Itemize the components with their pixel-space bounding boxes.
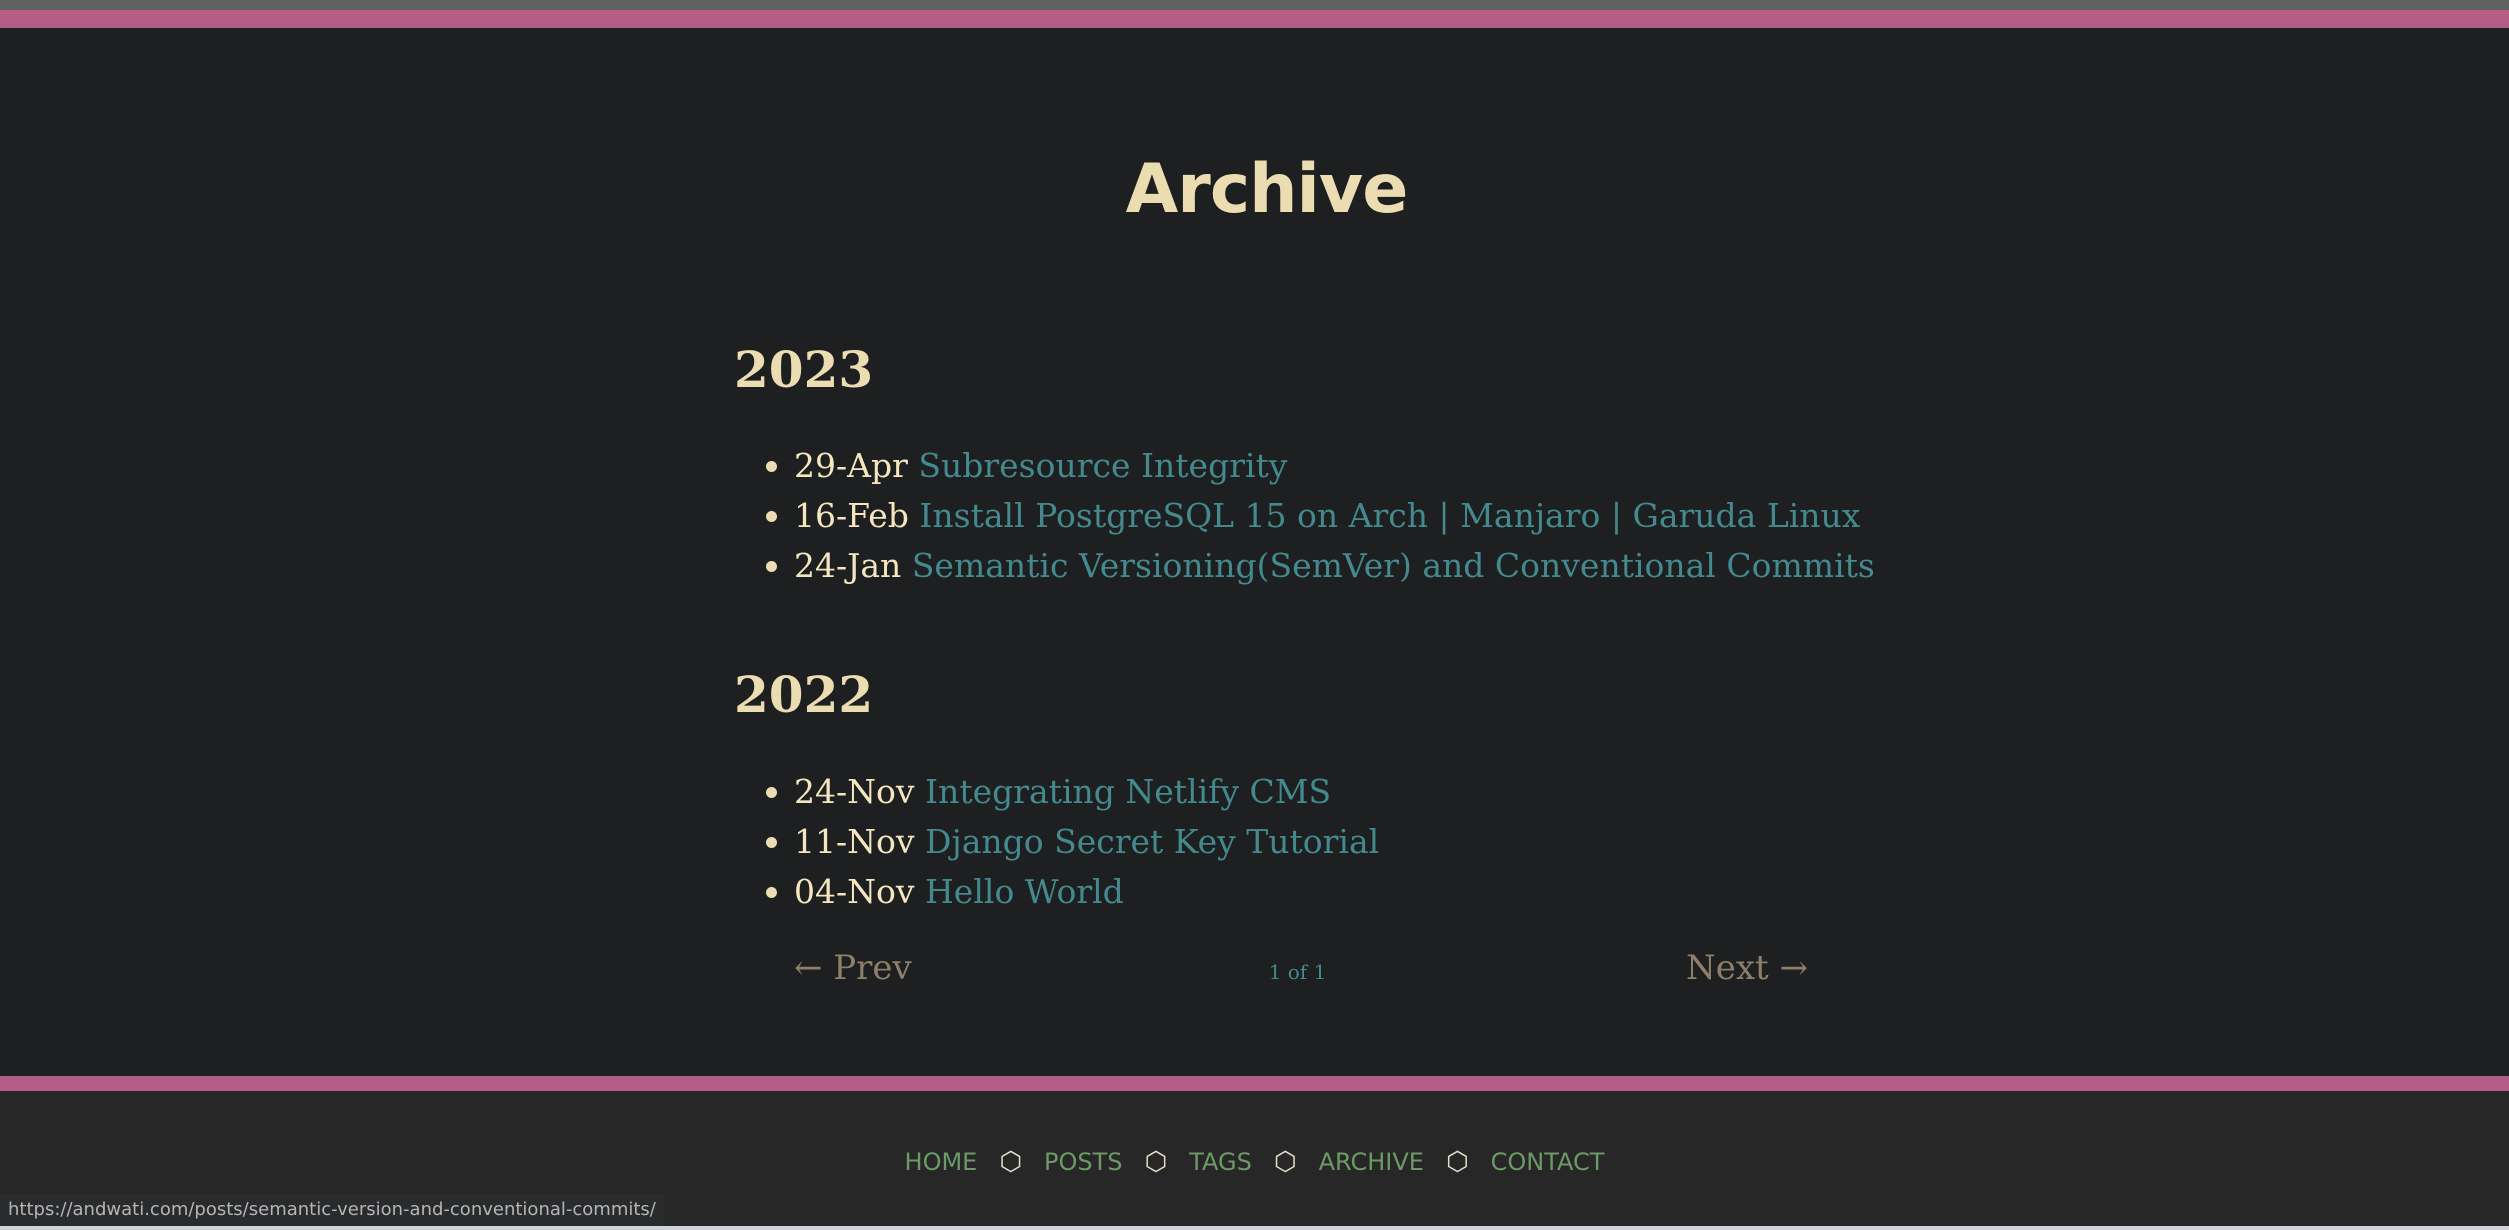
list-item: 11-Nov Django Secret Key Tutorial xyxy=(766,817,1379,867)
post-link[interactable]: Hello World xyxy=(925,872,1124,911)
hexagon-separator-icon: ⬡ xyxy=(1144,1147,1168,1177)
hexagon-separator-icon: ⬡ xyxy=(1273,1147,1297,1177)
list-item: 29-Apr Subresource Integrity xyxy=(766,441,1875,491)
footer-nav: HOME ⬡ POSTS ⬡ TAGS ⬡ ARCHIVE ⬡ CONTACT xyxy=(0,1148,2509,1176)
list-item: 16-Feb Install PostgreSQL 15 on Arch | M… xyxy=(766,491,1875,541)
post-link[interactable]: Install PostgreSQL 15 on Arch | Manjaro … xyxy=(919,496,1860,535)
footer-nav-home[interactable]: HOME xyxy=(905,1148,978,1176)
year-heading-2023: 2023 xyxy=(734,340,874,399)
post-link[interactable]: Django Secret Key Tutorial xyxy=(925,822,1379,861)
list-item: 24-Jan Semantic Versioning(SemVer) and C… xyxy=(766,541,1875,591)
post-date: 29-Apr xyxy=(794,446,908,485)
bullet xyxy=(766,511,777,522)
post-link[interactable]: Semantic Versioning(SemVer) and Conventi… xyxy=(912,546,1875,585)
page-title: Archive xyxy=(1125,150,1409,229)
list-item: 24-Nov Integrating Netlify CMS xyxy=(766,767,1379,817)
top-bar xyxy=(0,0,2509,10)
bullet xyxy=(766,837,777,848)
page-count: 1 of 1 xyxy=(1268,960,1327,984)
year-heading-2022: 2022 xyxy=(734,665,874,724)
post-date: 24-Nov xyxy=(794,772,915,811)
post-date: 11-Nov xyxy=(794,822,915,861)
bottom-edge xyxy=(0,1226,2509,1230)
footer-nav-tags[interactable]: TAGS xyxy=(1189,1148,1252,1176)
top-accent-stripe xyxy=(0,10,2509,28)
bullet xyxy=(766,461,777,472)
post-date: 04-Nov xyxy=(794,872,915,911)
next-page-link[interactable]: Next → xyxy=(1686,948,1808,988)
status-bar-url: https://andwati.com/posts/semantic-versi… xyxy=(0,1194,664,1226)
post-link[interactable]: Subresource Integrity xyxy=(918,446,1287,485)
footer-nav-archive[interactable]: ARCHIVE xyxy=(1319,1148,1424,1176)
hexagon-separator-icon: ⬡ xyxy=(1445,1147,1469,1177)
post-date: 24-Jan xyxy=(794,546,902,585)
bullet xyxy=(766,561,777,572)
footer-accent-stripe xyxy=(0,1076,2509,1091)
bullet xyxy=(766,787,777,798)
prev-page-link[interactable]: ← Prev xyxy=(794,948,912,988)
post-date: 16-Feb xyxy=(794,496,909,535)
list-item: 04-Nov Hello World xyxy=(766,867,1379,917)
post-list-2022: 24-Nov Integrating Netlify CMS 11-Nov Dj… xyxy=(766,767,1379,917)
hexagon-separator-icon: ⬡ xyxy=(999,1147,1023,1177)
post-link[interactable]: Integrating Netlify CMS xyxy=(925,772,1331,811)
footer-nav-contact[interactable]: CONTACT xyxy=(1491,1148,1605,1176)
post-list-2023: 29-Apr Subresource Integrity 16-Feb Inst… xyxy=(766,441,1875,591)
footer-nav-posts[interactable]: POSTS xyxy=(1044,1148,1123,1176)
bullet xyxy=(766,887,777,898)
